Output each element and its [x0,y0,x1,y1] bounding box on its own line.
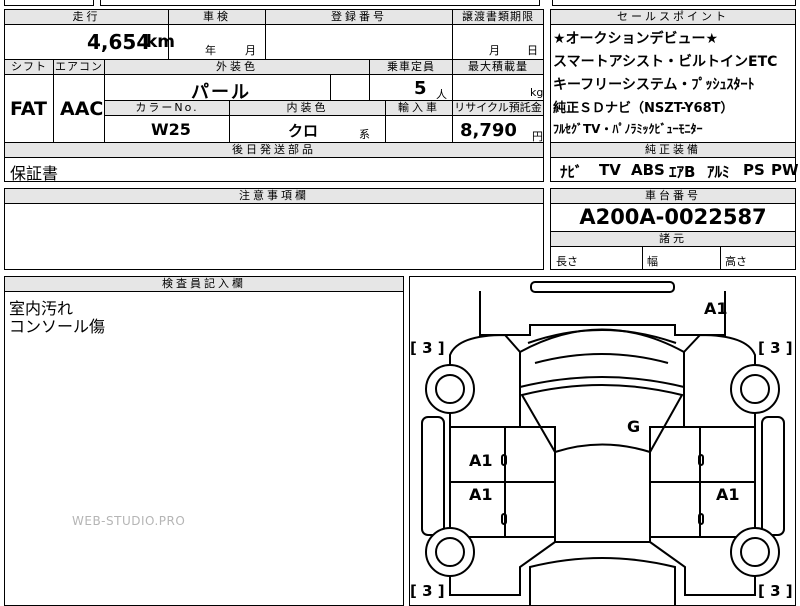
transfer-deadline-header: 譲渡書類期限 [453,10,543,24]
aircon-value: AAC [60,98,104,120]
damage-mark-a1: A1 [469,451,493,470]
recycle-value: 8,790 [460,120,517,141]
car-diagram-box: A1 G A1 A1 A1 [ 3 ] [ 3 ] [ 3 ] [ 3 ] [409,276,796,606]
vehicle-info-grid: 走行 車検 登録番号 譲渡書類期限 4,654 km 年 月 月 日 シフト エ… [4,9,544,143]
recycle-header: リサイクル預託金 [453,101,543,115]
later-parts-box: 後日発送部品 保証書 [4,142,544,183]
equipment-item: TV [599,161,621,179]
inspection-month-unit: 月 [245,44,256,57]
interior-color-value: クロ [288,122,319,140]
damage-mark-a1: A1 [469,485,493,504]
sales-point-line: キーフリーシステム・ﾌﾟｯｼｭｽﾀｰﾄ [553,77,755,93]
sales-point-line: 純正ＳＤナビ（NSZT-Y68T） [553,101,734,116]
equipment-item: PW [771,161,799,179]
mileage-header: 走行 [5,10,168,24]
watermark: WEB-STUDIO.PRO [72,514,186,528]
chassis-number: A200A-0022587 [579,205,767,229]
later-parts-header: 後日発送部品 [5,143,543,157]
damage-mark-a1: A1 [704,299,728,318]
mileage-unit: km [146,32,176,52]
car-diagram [421,281,785,605]
equipment-item: ｴｱB [669,163,696,181]
mileage-value: 4,654 [87,30,151,54]
damage-mark-a1: A1 [716,485,740,504]
chassis-header: 車台番号 [551,189,795,203]
notes-box: 注意事項欄 [4,188,544,270]
cut-top-box-2 [100,0,540,6]
registration-header: 登録番号 [266,10,452,24]
tire-mark-rear-right: [ 3 ] [758,582,793,600]
interior-color-suffix: 系 [359,128,370,141]
dimension-width-label: 幅 [647,255,658,268]
sales-points-header: セールスポイント [551,10,795,24]
import-header: 輸入車 [386,101,452,115]
tire-mark-front-right: [ 3 ] [758,339,793,357]
shift-value: FAT [10,98,47,120]
max-load-header: 最大積載量 [453,60,543,74]
sales-point-line: ★オークションデビュー★ [553,31,719,47]
damage-mark-g: G [627,417,641,436]
inspector-note: コンソール傷 [9,317,106,336]
dimension-length-label: 長さ [556,255,578,268]
equipment-item: ABS [631,161,665,179]
tire-mark-front-left: [ 3 ] [410,339,445,357]
cut-top-box-3 [552,0,796,6]
dimension-height-label: 高さ [725,255,747,268]
equipment-item: ﾅﾋﾞ [560,163,583,181]
sales-point-line: スマートアシスト・ビルトインETC [553,54,778,70]
transfer-day-unit: 日 [527,44,538,57]
capacity-value: 5 [414,78,427,99]
tire-mark-rear-left: [ 3 ] [410,582,445,600]
color-no-value: W25 [151,120,191,139]
later-parts-value: 保証書 [10,164,59,183]
inspector-box: 検査員記入欄 室内汚れ コンソール傷 [4,276,404,606]
sales-points-box: セールスポイント ★オークションデビュー★ スマートアシスト・ビルトインETC … [550,9,796,143]
notes-header: 注意事項欄 [5,189,543,203]
chassis-box: 車台番号 A200A-0022587 諸元 長さ 幅 高さ [550,188,796,270]
exterior-color-header: 外装色 [105,60,369,74]
equipment-item: ｱﾙﾐ [707,163,730,181]
equipment-box: 純正装備 ﾅﾋﾞ TV ABS ｴｱB ｱﾙﾐ PS PW [550,142,799,182]
capacity-header: 乗車定員 [370,60,452,74]
equipment-header: 純正装備 [551,143,795,157]
equipment-item: PS [743,161,765,179]
max-load-unit: kg [530,86,544,99]
aircon-header: エアコン [54,60,104,74]
color-no-header: カラーNo. [105,101,229,115]
inspector-header: 検査員記入欄 [5,277,403,291]
inspection-year-unit: 年 [205,44,216,57]
sales-point-line: ﾌﾙｾｸﾞTV・ﾊﾟﾉﾗﾐｯｸﾋﾞｭｰﾓﾆﾀｰ [553,122,703,136]
cut-top-box-1 [4,0,94,6]
shift-header: シフト [5,60,53,74]
transfer-month-unit: 月 [489,44,500,57]
dimensions-header: 諸元 [551,232,795,246]
inspection-header: 車検 [169,10,265,24]
interior-color-header: 内装色 [230,101,385,115]
